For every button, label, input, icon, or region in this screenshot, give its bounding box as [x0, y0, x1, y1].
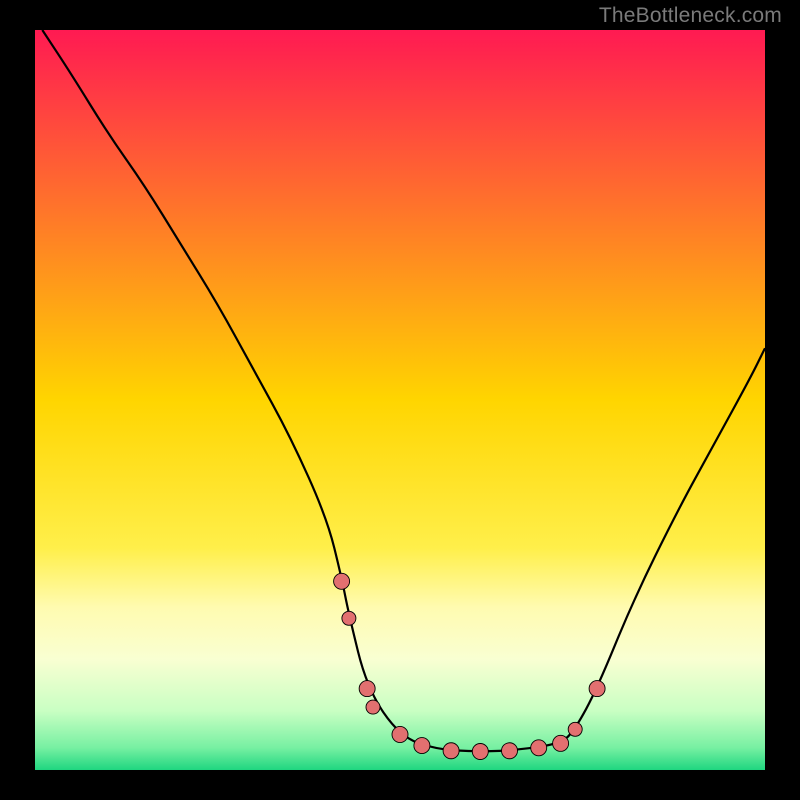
highlight-dot — [359, 681, 375, 697]
highlight-dot — [589, 681, 605, 697]
highlight-dot — [334, 573, 350, 589]
highlight-dot — [531, 740, 547, 756]
highlight-dot — [392, 726, 408, 742]
watermark-text: TheBottleneck.com — [599, 4, 782, 28]
highlight-dot — [568, 722, 582, 736]
highlight-dot — [553, 735, 569, 751]
highlight-dot — [414, 738, 430, 754]
chart-frame: TheBottleneck.com — [0, 0, 800, 800]
highlight-dot — [366, 700, 380, 714]
highlight-dot — [502, 743, 518, 759]
highlight-dot — [443, 743, 459, 759]
highlight-dot — [472, 744, 488, 760]
highlight-dot — [342, 611, 356, 625]
bottleneck-chart — [0, 0, 800, 800]
plot-background — [35, 30, 765, 770]
